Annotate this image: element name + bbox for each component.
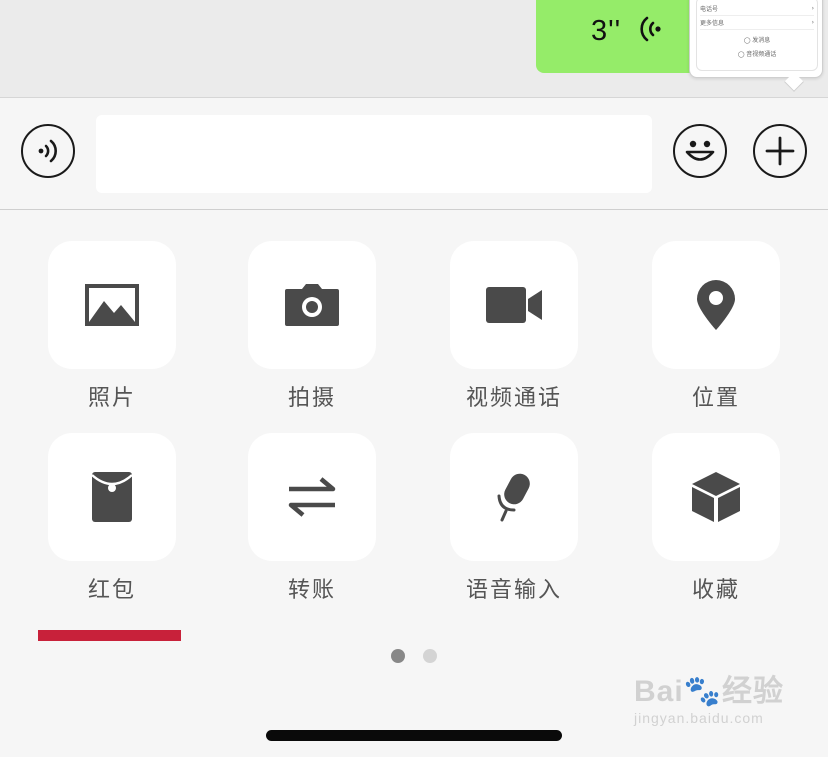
red-packet-icon [91,472,133,522]
message-thumbnail-popup[interactable]: 电话号 › 更多信息 › ◯ 发消息 ◯ 音视频通话 [689,0,823,92]
thumb-row: 更多信息 › [700,16,814,30]
thumb-row: 电话号 › [700,2,814,16]
panel-item-label: 转账 [287,578,336,603]
thumbnail-preview: 电话号 › 更多信息 › ◯ 发消息 ◯ 音视频通话 [696,0,818,71]
voice-toggle-button[interactable] [21,124,75,178]
input-bar [0,98,828,210]
page-dot-active[interactable] [391,649,405,663]
thumb-link: ◯ 音视频通话 [737,51,777,58]
location-pin-icon [697,280,735,330]
highlight-underline [38,630,181,641]
panel-item-camera[interactable] [248,241,376,369]
video-call-icon [486,287,542,323]
panel-item-voice-input[interactable] [450,433,578,561]
panel-item-photo[interactable] [48,241,176,369]
smiley-face-icon [685,140,715,161]
page-dot[interactable] [423,649,437,663]
watermark-url: jingyan.baidu.com [634,710,764,726]
chat-history: 3'' 电话号 › 更多信息 › ◯ 发消息 ◯ 音视频通话 [0,0,828,98]
transfer-arrows-icon [288,477,336,517]
thumb-row-label: 电话号 [700,6,719,13]
voice-message-bubble[interactable]: 3'' [536,0,696,73]
microphone-icon [497,473,530,522]
photo-icon [85,284,139,326]
voice-duration: 3'' [591,15,622,47]
more-functions-button[interactable] [753,124,807,178]
panel-item-favorites[interactable] [652,433,780,561]
thumb-link: ◯ 发消息 [743,37,771,44]
panel-item-label: 拍摄 [287,386,336,411]
voice-mode-icon [38,139,57,163]
emoji-button[interactable] [673,124,727,178]
voice-playing-icon [640,16,661,42]
panel-item-label: 位置 [691,386,740,411]
camera-icon [285,284,339,326]
message-input[interactable] [96,115,652,193]
panel-item-label: 照片 [87,386,136,411]
popup-arrow [784,72,804,92]
favorites-box-icon [692,472,740,522]
panel-item-label: 语音输入 [465,578,562,603]
baidu-jingyan-watermark: Bai🐾经验 jingyan.baidu.com [634,666,794,738]
thumb-row-label: 更多信息 [700,20,725,27]
panel-item-location[interactable] [652,241,780,369]
panel-item-label: 视频通话 [465,386,562,411]
panel-item-video-call[interactable] [450,241,578,369]
panel-item-transfer[interactable] [248,433,376,561]
panel-item-label: 红包 [87,578,136,603]
panel-item-label: 收藏 [691,578,740,603]
plus-icon [765,136,795,166]
panel-item-red-packet[interactable] [48,433,176,561]
watermark-brand: Bai🐾经验 [634,675,785,708]
paw-icon: 🐾 [683,675,723,708]
home-indicator[interactable] [266,730,562,741]
divider [0,209,828,210]
